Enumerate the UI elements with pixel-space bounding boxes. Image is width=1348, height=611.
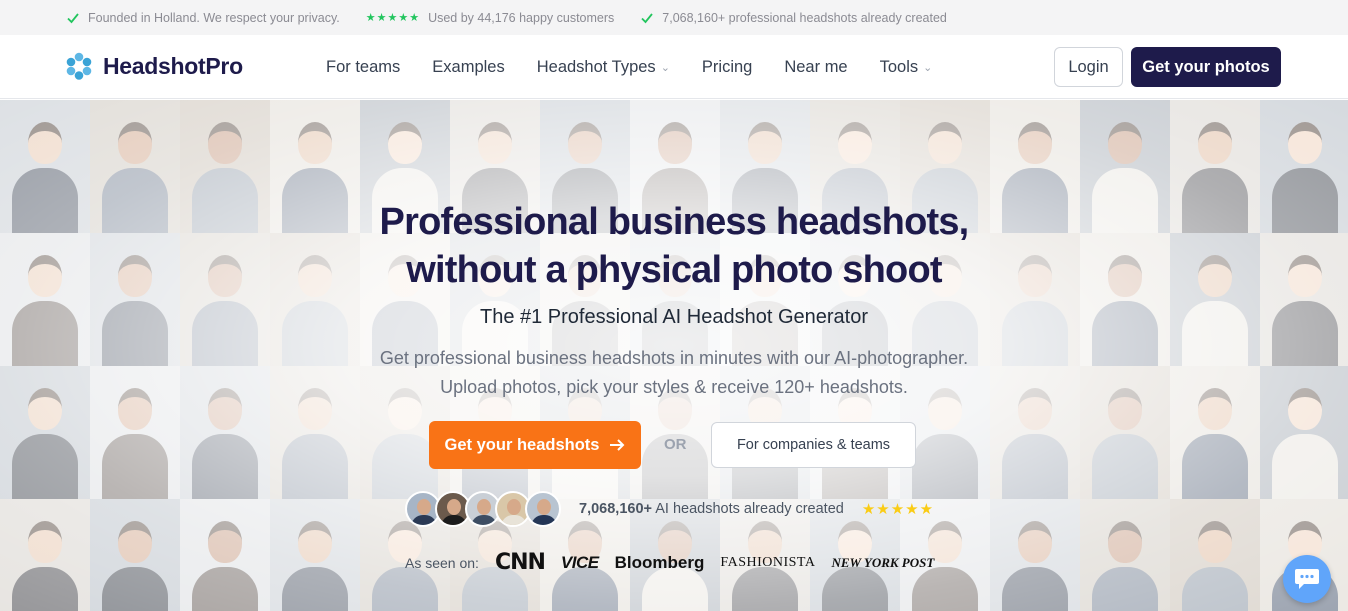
headshots-note-text: 7,068,160+ professional headshots alread… <box>662 10 947 25</box>
fashionista-logo: FASHIONISTA <box>720 554 816 570</box>
login-button[interactable]: Login <box>1054 47 1123 87</box>
headline-line-2: without a physical photo shoot <box>406 249 942 291</box>
privacy-note: Founded in Holland. We respect your priv… <box>66 11 340 25</box>
logo-icon <box>66 52 92 80</box>
as-seen-on: As seen on: CNN VICE Bloomberg FASHIONIS… <box>405 550 934 575</box>
rating-stars-icon: ★★★★★ <box>861 501 935 518</box>
hero-description: Get professional business headshots in m… <box>379 348 969 397</box>
vice-logo: VICE <box>560 552 599 572</box>
hero-subheading: The #1 Professional AI Headshot Generato… <box>479 306 868 328</box>
nav-item-near-me[interactable]: Near me <box>784 58 847 77</box>
cta-label: Get your headshots <box>444 435 600 454</box>
announcement-bar: Founded in Holland. We respect your priv… <box>0 0 1348 35</box>
five-stars-icon: ★★★★★ <box>365 12 421 24</box>
new-york-post-logo: NEW YORK POST <box>831 554 935 570</box>
check-icon <box>67 12 79 23</box>
hero-headline: Professional business headshots, without… <box>0 198 1348 294</box>
check-icon <box>641 12 653 23</box>
for-companies-button[interactable]: For companies & teams <box>711 422 916 468</box>
nav-item-label: Headshot Types <box>536 57 656 76</box>
customers-note-text: Used by 44,176 happy customers <box>428 10 615 25</box>
nav-item-label: Pricing <box>701 57 753 76</box>
headshots-created-text: 7,068,160+ AI headshots already created <box>579 501 844 517</box>
chat-bubble-icon <box>1295 569 1319 589</box>
hero-section: Professional business headshots, without… <box>0 100 1348 611</box>
nav-item-pricing[interactable]: Pricing <box>702 58 752 77</box>
avatar-group <box>405 491 561 527</box>
nav-item-tools[interactable]: Tools ⌄ <box>880 58 933 77</box>
avatar <box>525 491 561 527</box>
cnn-logo: CNN <box>494 550 546 575</box>
chevron-down-icon: ⌄ <box>660 61 670 74</box>
brand-logo[interactable]: HeadshotPro <box>65 52 243 80</box>
customers-note: ★★★★★ Used by 44,176 happy customers <box>366 11 615 25</box>
or-separator: OR <box>664 436 687 453</box>
nav-item-label: For teams <box>326 57 401 76</box>
nav-menu: For teams Examples Headshot Types ⌄ Prici… <box>326 35 932 99</box>
get-your-photos-button[interactable]: Get your photos <box>1131 47 1281 87</box>
brand-name: HeadshotPro <box>103 52 243 79</box>
headshots-created-label: AI headshots already created <box>655 501 844 517</box>
chat-widget-button[interactable] <box>1283 555 1331 603</box>
nav-item-examples[interactable]: Examples <box>432 58 504 77</box>
social-proof: 7,068,160+ AI headshots already created … <box>405 489 934 529</box>
headshots-count: 7,068,160+ <box>579 501 652 517</box>
nav-item-label: Examples <box>432 57 505 76</box>
arrow-right-icon <box>610 439 625 451</box>
chevron-down-icon: ⌄ <box>923 61 933 74</box>
get-your-headshots-button[interactable]: Get your headshots <box>429 421 641 469</box>
nav-item-headshot-types[interactable]: Headshot Types ⌄ <box>537 58 670 77</box>
privacy-note-text: Founded in Holland. We respect your priv… <box>88 10 340 25</box>
nav-item-for-teams[interactable]: For teams <box>326 58 400 77</box>
as-seen-on-label: As seen on: <box>405 554 479 571</box>
headshots-note: 7,068,160+ professional headshots alread… <box>640 11 947 25</box>
bloomberg-logo: Bloomberg <box>614 552 705 572</box>
headline-line-1: Professional business headshots, <box>379 201 970 243</box>
nav-item-label: Tools <box>879 57 919 76</box>
main-navbar: HeadshotPro For teams Examples Headshot … <box>0 35 1348 99</box>
nav-item-label: Near me <box>784 57 848 76</box>
